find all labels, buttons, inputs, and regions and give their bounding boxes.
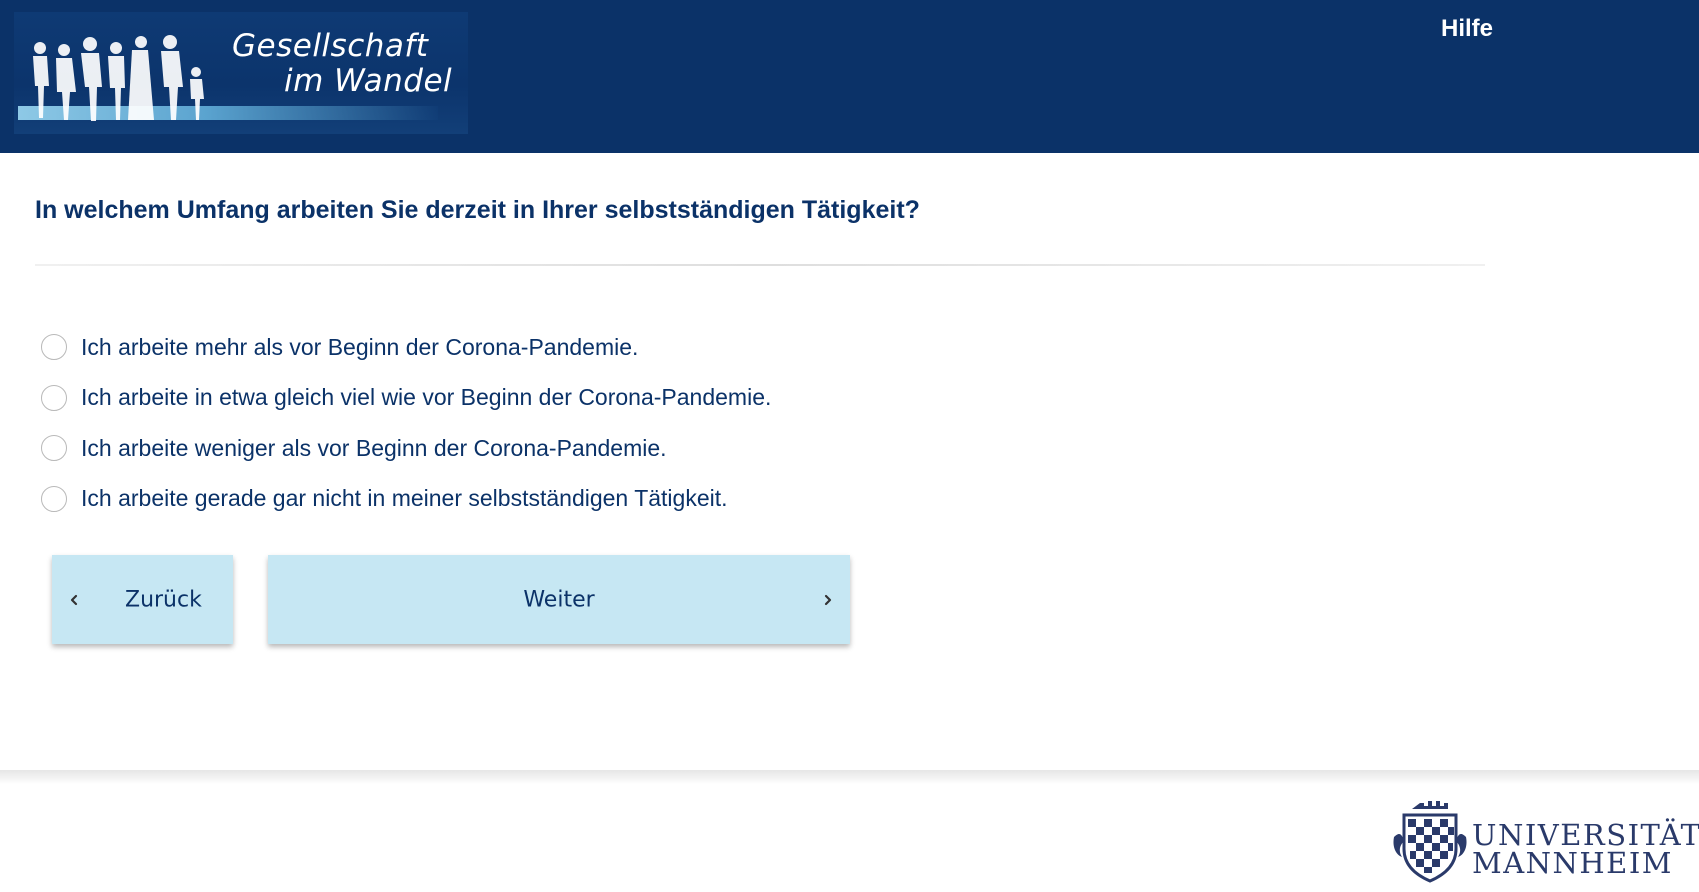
option-more[interactable]: Ich arbeite mehr als vor Beginn der Coro… [41,322,771,373]
option-less[interactable]: Ich arbeite weniger als vor Beginn der C… [41,423,771,474]
universitaet-mannheim-logo: UNIVERSITÄT MANNHEIM [1390,797,1699,885]
option-same[interactable]: Ich arbeite in etwa gleich viel wie vor … [41,373,771,424]
option-label[interactable]: Ich arbeite mehr als vor Beginn der Coro… [81,334,638,361]
page-header: Gesellschaft im Wandel Hilfe [0,0,1699,153]
logo-title-line1: Gesellschaft [232,28,429,64]
logo-title-line2: im Wandel [284,63,453,99]
chevron-right-icon [824,594,832,605]
question-title: In welchem Umfang arbeiten Sie derzeit i… [35,196,920,224]
university-name-line2: MANNHEIM [1472,846,1673,880]
university-crest-icon [1393,801,1467,883]
option-label[interactable]: Ich arbeite weniger als vor Beginn der C… [81,435,667,462]
option-label[interactable]: Ich arbeite gerade gar nicht in meiner s… [81,485,728,512]
divider [35,264,1485,266]
option-label[interactable]: Ich arbeite in etwa gleich viel wie vor … [81,384,771,411]
chevron-left-icon [70,594,78,605]
footer-band [0,770,1699,784]
radio-button[interactable] [41,485,67,512]
radio-button[interactable] [41,384,67,411]
answer-options: Ich arbeite mehr als vor Beginn der Coro… [41,322,771,524]
radio-button[interactable] [41,334,67,361]
radio-button[interactable] [41,435,67,462]
next-button-label: Weiter [523,587,595,612]
back-button-label: Zurück [125,587,202,612]
people-silhouettes-icon [33,35,204,121]
back-button[interactable]: Zurück [52,555,233,644]
next-button[interactable]: Weiter [268,555,850,644]
gesellschaft-im-wandel-logo: Gesellschaft im Wandel [14,12,468,134]
option-not-working[interactable]: Ich arbeite gerade gar nicht in meiner s… [41,474,771,525]
help-link[interactable]: Hilfe [1441,15,1493,43]
